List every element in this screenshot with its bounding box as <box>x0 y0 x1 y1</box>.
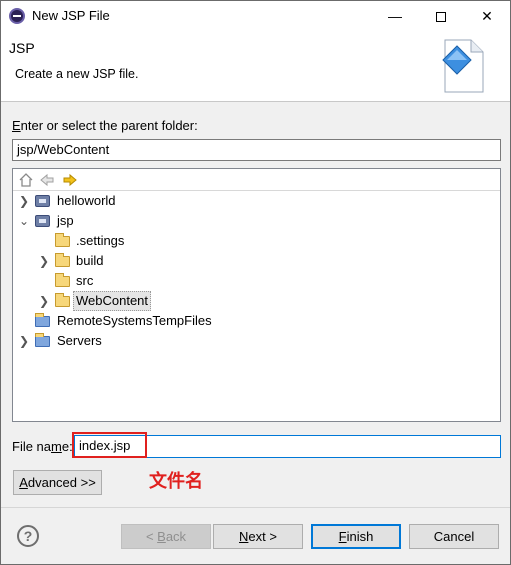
tree-item-build[interactable]: ❯ build <box>13 251 500 271</box>
window-title: New JSP File <box>32 8 110 23</box>
title-bar[interactable]: New JSP File — ✕ <box>1 1 510 32</box>
chevron-right-icon[interactable]: ❯ <box>18 331 30 351</box>
help-icon[interactable]: ? <box>17 525 39 547</box>
footer-separator <box>1 507 510 508</box>
tree-item-label: jsp <box>57 213 74 228</box>
eclipse-icon <box>9 8 25 24</box>
chevron-right-icon[interactable]: ❯ <box>18 191 30 211</box>
folder-icon <box>55 293 71 308</box>
tree-item-label: src <box>76 273 94 288</box>
maximize-icon <box>436 12 446 23</box>
tree-item-label: Servers <box>57 333 102 348</box>
annotation-text: 文件名 <box>149 471 203 492</box>
close-button[interactable]: ✕ <box>464 1 510 32</box>
annotation-highlight-box <box>72 432 147 458</box>
project-folder-icon <box>35 333 51 348</box>
tree-item-servers[interactable]: ❯ Servers <box>13 331 500 351</box>
back-button[interactable]: < Back <box>121 524 211 549</box>
folder-icon <box>55 233 71 248</box>
file-name-label: File name: <box>12 439 73 454</box>
folder-icon <box>55 273 71 288</box>
tree-item-settings[interactable]: .settings <box>13 231 500 251</box>
folder-tree[interactable]: ❯ helloworld ⌄ jsp .settings ❯ build src… <box>12 168 501 422</box>
chevron-right-icon[interactable]: ❯ <box>38 291 50 311</box>
cancel-button[interactable]: Cancel <box>409 524 499 549</box>
back-arrow-icon[interactable] <box>39 172 55 188</box>
minimize-button[interactable]: — <box>372 1 418 32</box>
tree-item-webcontent[interactable]: ❯ WebContent <box>13 291 500 311</box>
tree-item-helloworld[interactable]: ❯ helloworld <box>13 191 500 211</box>
maximize-button[interactable] <box>418 1 464 32</box>
wizard-header: JSP Create a new JSP file. <box>1 32 510 102</box>
forward-arrow-icon[interactable] <box>62 172 78 188</box>
tree-item-label: .settings <box>76 233 125 248</box>
folder-icon <box>55 253 71 268</box>
page-title: JSP <box>9 40 35 56</box>
next-button[interactable]: Next > <box>213 524 303 549</box>
advanced-button[interactable]: Advanced >> <box>13 470 102 495</box>
tree-item-label: RemoteSystemsTempFiles <box>57 313 212 328</box>
tree-item-jsp[interactable]: ⌄ jsp <box>13 211 500 231</box>
new-jsp-file-dialog: New JSP File — ✕ JSP Create a new JSP fi… <box>0 0 511 565</box>
chevron-down-icon[interactable]: ⌄ <box>18 211 30 231</box>
tree-item-label: build <box>76 253 104 268</box>
chevron-right-icon[interactable]: ❯ <box>38 251 50 271</box>
page-description: Create a new JSP file. <box>15 67 139 81</box>
project-icon <box>35 194 51 208</box>
parent-folder-label: Enter or select the parent folder: <box>12 118 198 133</box>
tree-item-remotesystemstempfiles[interactable]: RemoteSystemsTempFiles <box>13 311 500 331</box>
tree-item-label: helloworld <box>57 193 116 208</box>
project-icon <box>35 214 51 228</box>
finish-button[interactable]: Finish <box>311 524 401 549</box>
home-icon[interactable] <box>18 172 34 188</box>
parent-folder-input[interactable]: jsp/WebContent <box>12 139 501 161</box>
tree-item-src[interactable]: src <box>13 271 500 291</box>
wizard-banner-icon <box>442 39 484 93</box>
project-folder-icon <box>35 313 51 328</box>
tree-toolbar <box>13 169 500 191</box>
tree-item-label: WebContent <box>73 291 152 311</box>
